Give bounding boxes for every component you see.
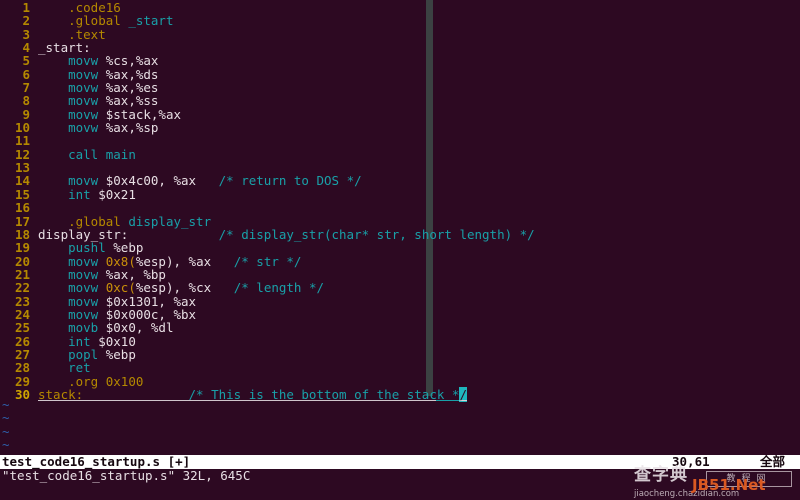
empty-line-marker: ~ [2, 410, 10, 426]
code-line[interactable]: 12 call main [0, 146, 800, 162]
empty-line-marker: ~ [2, 397, 10, 412]
line-number: 13 [14, 160, 30, 176]
site-watermark: 查字典 教程网 jiaocheng.chazidian.com JB51.Net [630, 465, 798, 500]
statusline-scroll-indicator: 全部 [760, 454, 786, 470]
line-number: 18 [14, 226, 30, 242]
code-token: call main [68, 146, 136, 162]
code-token: %ebp [105, 346, 136, 362]
code-line[interactable]: 19 pushl %ebp [0, 240, 800, 256]
line-number: 3 [22, 26, 30, 42]
line-number: 12 [14, 146, 30, 162]
code-token: %ax,%sp [105, 120, 159, 136]
line-number: 20 [14, 253, 30, 269]
cursor-line-underline [38, 399, 436, 401]
line-number: 21 [14, 266, 30, 282]
line-number: 4 [22, 40, 30, 56]
text-cursor: / [459, 386, 467, 402]
code-line-text: movw %ax,%sp [38, 120, 158, 135]
line-number: 28 [14, 360, 30, 376]
line-number: 22 [14, 280, 30, 296]
code-line[interactable]: 27 popl %ebp [0, 346, 800, 362]
line-number: 14 [14, 173, 30, 189]
code-token: /* length */ [233, 280, 325, 296]
code-line[interactable]: 20 movw 0x8(%esp), %ax /* str */ [0, 253, 800, 269]
code-line[interactable]: 5 movw %cs,%ax [0, 53, 800, 69]
code-token: $0x21 [98, 186, 136, 202]
code-line[interactable]: 29 .org 0x100 [0, 373, 800, 389]
code-line[interactable]: 10 movw %ax,%sp [0, 120, 800, 136]
line-number: 2 [22, 13, 30, 29]
code-token: movw [68, 120, 106, 136]
statusline-filename: test_code16_startup.s [+] [2, 454, 191, 470]
code-line[interactable]: 15 int $0x21 [0, 186, 800, 202]
code-line[interactable]: 25 movb $0x0, %dl [0, 320, 800, 336]
line-number: 1 [22, 0, 30, 15]
code-token: /* str */ [233, 253, 302, 269]
line-number: 24 [14, 306, 30, 322]
watermark-brand: JB51.Net [692, 476, 766, 494]
watermark-cn-title: 查字典 [634, 465, 688, 485]
code-line-cursor[interactable]: 30 stack: /* This is the bottom of the st… [0, 386, 800, 402]
code-token: /* display_str(char* str, short length) … [218, 226, 535, 242]
line-number: 10 [14, 120, 30, 136]
line-number: 26 [14, 333, 30, 349]
code-line[interactable]: 28 ret [0, 360, 800, 376]
line-number: 15 [14, 186, 30, 202]
code-line[interactable]: 26 int $0x10 [0, 333, 800, 349]
code-line-text: call main [38, 147, 136, 162]
code-token: _start [128, 13, 174, 29]
line-number: 17 [14, 213, 30, 229]
code-line[interactable]: 22 movw 0xc(%esp), %cx /* length */ [0, 280, 800, 296]
code-line[interactable]: 11 [0, 133, 800, 149]
empty-line-marker: ~ [2, 437, 10, 453]
code-line[interactable]: 3 .text [0, 26, 800, 42]
code-token: int [68, 186, 99, 202]
line-number: 11 [14, 133, 30, 149]
line-number: 25 [14, 320, 30, 336]
code-line-text: int $0x21 [38, 187, 136, 202]
code-line[interactable]: 14 movw $0x4c00, %ax /* return to DOS */ [0, 173, 800, 189]
code-line[interactable]: 2 .global _start [0, 13, 800, 29]
code-line[interactable]: 23 movw $0x1301, %ax [0, 293, 800, 309]
line-number: 7 [22, 80, 30, 96]
line-number: 9 [22, 106, 30, 122]
code-token: /* return to DOS */ [218, 173, 362, 189]
code-line[interactable]: 8 movw %ax,%ss [0, 93, 800, 109]
line-number: 16 [14, 200, 30, 216]
code-line[interactable]: 17 .global display_str [0, 213, 800, 229]
line-number: 6 [22, 66, 30, 82]
code-token: , %ax [173, 253, 212, 269]
line-number: 8 [22, 93, 30, 109]
line-number: 19 [14, 240, 30, 256]
empty-buffer-rows: ~ ~ ~ ~ [0, 397, 10, 453]
line-number: 27 [14, 346, 30, 362]
empty-line-marker: ~ [2, 423, 10, 439]
line-number: 23 [14, 293, 30, 309]
code-editor-buffer[interactable]: 1 .code16 2 .global _start 3 .text 4 _start:… [0, 0, 800, 402]
line-number: 29 [14, 373, 30, 389]
line-number: 5 [22, 53, 30, 69]
terminal-window: 1 .code16 2 .global _start 3 .text 4 _start:… [0, 0, 800, 500]
code-line[interactable]: 16 [0, 200, 800, 216]
